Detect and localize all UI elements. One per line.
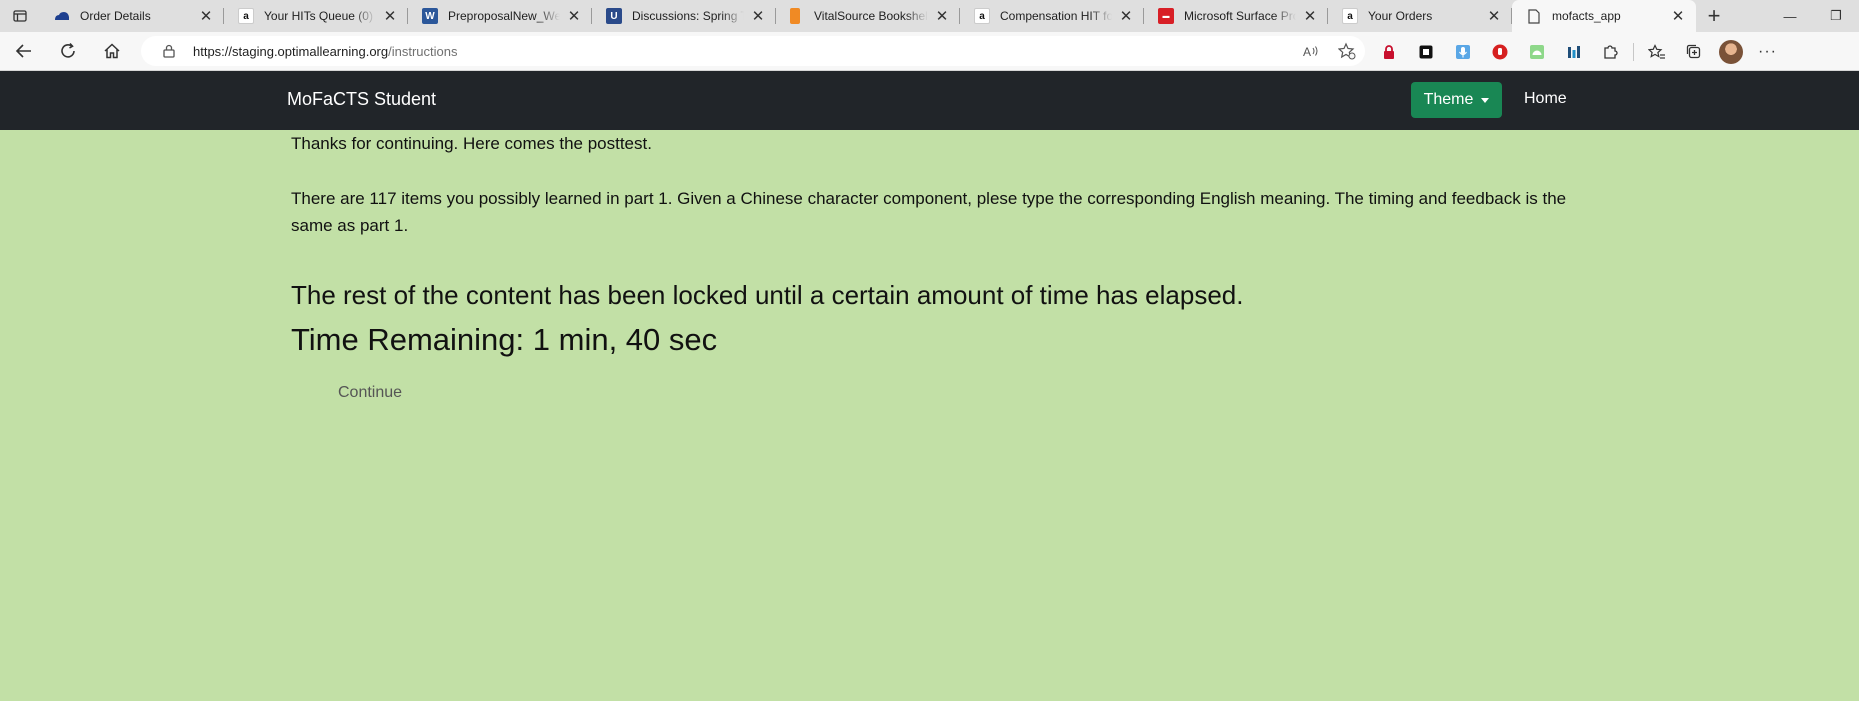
amazon-favicon-icon: a: [238, 8, 254, 24]
tab-order-details[interactable]: Order Details ✕: [40, 0, 224, 32]
close-tab-icon[interactable]: ✕: [1486, 7, 1502, 25]
tab-actions-icon: [13, 10, 27, 22]
tab-title: VitalSource Bookshelf: [814, 9, 928, 23]
address-bar[interactable]: https://staging.optimallearning.org/inst…: [141, 36, 1365, 66]
svg-text:A: A: [1303, 45, 1311, 58]
home-icon: [104, 43, 120, 59]
university-favicon-icon: U: [606, 8, 622, 24]
tab-title: PreproposalNew_Wei: [448, 9, 560, 23]
tab-discussions[interactable]: U Discussions: Spring Term ✕: [592, 0, 776, 32]
tab-title: Your HITs Queue (0) - Amazon Mechanical …: [264, 9, 376, 23]
tab-title: Discussions: Spring Term: [632, 9, 744, 23]
bookmark-favicon-icon: [790, 8, 800, 24]
extensions-button[interactable]: [1592, 32, 1629, 71]
browser-tab-strip: Order Details ✕ a Your HITs Queue (0) - …: [0, 0, 1859, 32]
more-dots-icon: ···: [1758, 42, 1777, 60]
padlock-red-icon: [1383, 44, 1394, 59]
microphone-icon: [1455, 44, 1470, 59]
microphone-extension-button[interactable]: [1444, 32, 1481, 71]
refresh-icon: [61, 42, 75, 58]
tab-actions-button[interactable]: [0, 0, 40, 32]
close-tab-icon[interactable]: ✕: [198, 7, 214, 25]
tab-your-orders[interactable]: a Your Orders ✕: [1328, 0, 1512, 32]
word-favicon-icon: W: [422, 8, 438, 24]
refresh-button[interactable]: [46, 32, 90, 71]
tab-surface-pro[interactable]: ▬ Microsoft Surface Pro ✕: [1144, 0, 1328, 32]
read-aloud-icon[interactable]: A: [1293, 44, 1329, 58]
tab-vitalsource[interactable]: VitalSource Bookshelf ✕: [776, 0, 960, 32]
stop-extension-button[interactable]: [1481, 32, 1518, 71]
app-navbar: MoFaCTS Student Theme Home: [0, 71, 1859, 130]
close-tab-icon[interactable]: ✕: [934, 7, 950, 25]
add-favorite-icon[interactable]: [1329, 42, 1365, 60]
bars-icon: [1567, 45, 1580, 58]
minimize-icon[interactable]: —: [1767, 0, 1813, 32]
close-tab-icon[interactable]: ✕: [1118, 7, 1134, 25]
tab-title: Order Details: [80, 9, 151, 23]
close-tab-icon[interactable]: ✕: [750, 7, 766, 25]
caret-down-icon: [1481, 97, 1490, 103]
tab-title: Your Orders: [1368, 9, 1433, 23]
theme-label: Theme: [1423, 91, 1474, 108]
android-icon: [1529, 44, 1544, 59]
window-controls: — ❐: [1767, 0, 1859, 32]
close-tab-icon[interactable]: ✕: [566, 7, 582, 25]
amazon-favicon-icon: a: [1342, 8, 1358, 24]
chart-extension-button[interactable]: [1555, 32, 1592, 71]
more-menu-button[interactable]: ···: [1749, 32, 1786, 71]
home-button[interactable]: [90, 32, 134, 71]
tab-title: Compensation HIT for: [1000, 9, 1112, 23]
locked-message: The rest of the content has been locked …: [291, 280, 1244, 310]
collections-button[interactable]: [1675, 32, 1712, 71]
plus-icon: +: [1707, 3, 1721, 28]
favorites-list-icon: [1647, 43, 1665, 59]
android-extension-button[interactable]: [1518, 32, 1555, 71]
url-path: /instructions: [388, 43, 458, 59]
theme-dropdown-button[interactable]: Theme: [1411, 82, 1502, 118]
lock-icon[interactable]: [155, 44, 183, 58]
time-remaining: Time Remaining: 1 min, 40 sec: [291, 322, 718, 357]
cloud-favicon-icon: [54, 8, 70, 24]
avatar: [1718, 39, 1743, 64]
tab-preproposal[interactable]: W PreproposalNew_Wei ✕: [408, 0, 592, 32]
address-bar-actions: A: [1293, 36, 1365, 66]
restore-icon[interactable]: ❐: [1813, 0, 1859, 32]
favorites-button[interactable]: [1638, 32, 1675, 71]
square-extension-button[interactable]: [1407, 32, 1444, 71]
back-button[interactable]: [2, 32, 46, 71]
url-host: https://staging.optimallearning.org: [193, 43, 389, 59]
close-tab-icon[interactable]: ✕: [382, 7, 398, 25]
url-text[interactable]: https://staging.optimallearning.org/inst…: [193, 44, 458, 59]
instructions-text: There are 117 items you possibly learned…: [291, 189, 1567, 235]
toolbar-separator: [1633, 42, 1634, 61]
tab-compensation-hit[interactable]: a Compensation HIT for ✕: [960, 0, 1144, 32]
profile-button[interactable]: [1712, 32, 1749, 71]
amazon-favicon-icon: a: [974, 8, 990, 24]
password-extension-button[interactable]: [1370, 32, 1407, 71]
close-tab-icon[interactable]: ✕: [1670, 7, 1686, 25]
intro-text: Thanks for continuing. Here comes the po…: [291, 134, 652, 153]
new-tab-button[interactable]: +: [1696, 0, 1732, 32]
tab-title: Microsoft Surface Pro: [1184, 9, 1296, 23]
page-icon: [1526, 8, 1542, 24]
extensions-bar: ···: [1370, 32, 1786, 71]
app-brand[interactable]: MoFaCTS Student: [287, 89, 436, 110]
close-tab-icon[interactable]: ✕: [1302, 7, 1318, 25]
tab-mofacts-app[interactable]: mofacts_app ✕: [1512, 0, 1696, 32]
tab-hits-queue[interactable]: a Your HITs Queue (0) - Amazon Mechanica…: [224, 0, 408, 32]
collections-icon: [1686, 44, 1701, 59]
bestbuy-favicon-icon: ▬: [1158, 8, 1174, 24]
puzzle-icon: [1604, 45, 1618, 59]
stop-hand-icon: [1492, 44, 1507, 59]
continue-button[interactable]: Continue: [338, 384, 402, 402]
back-arrow-icon: [15, 44, 31, 58]
browser-toolbar: https://staging.optimallearning.org/inst…: [0, 32, 1859, 71]
square-icon: [1419, 45, 1432, 58]
home-link[interactable]: Home: [1524, 90, 1567, 108]
tab-title: mofacts_app: [1552, 9, 1621, 23]
